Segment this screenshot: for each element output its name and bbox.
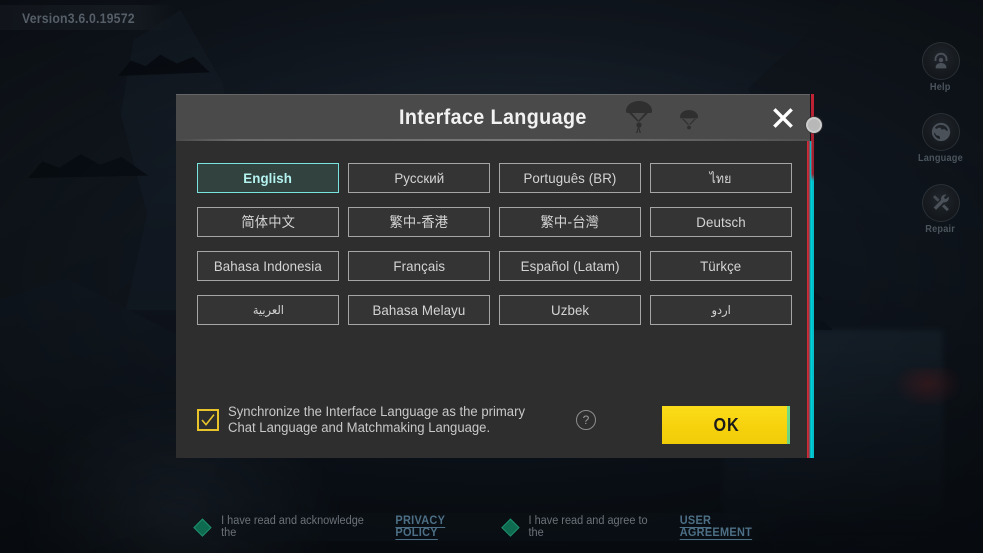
parachute-decoration-icon <box>608 99 728 139</box>
language-option-button[interactable]: اردو <box>650 295 792 325</box>
game-settings-screen: Version3.6.0.19572 Help Language Repair … <box>0 0 983 553</box>
dialog-footer: Synchronize the Interface Language as th… <box>197 404 790 444</box>
language-grid: English Русский Português (BR) ไทย 简体中文 繁中-香港… <box>197 163 792 325</box>
language-option-button[interactable]: 简体中文 <box>197 207 339 237</box>
language-option-button[interactable]: Bahasa Indonesia <box>197 251 339 281</box>
agreement-item: I have read and acknowledge the PRIVACY P… <box>193 515 490 539</box>
language-option-button[interactable]: Français <box>348 251 490 281</box>
version-badge: Version3.6.0.19572 <box>0 5 175 30</box>
agreement-checkbox-diamond[interactable] <box>193 517 212 537</box>
rail-label-language: Language <box>918 153 964 164</box>
language-option-label: Bahasa Melayu <box>372 302 466 318</box>
language-option-label: English <box>243 170 293 186</box>
agreement-text: I have read and agree to the <box>528 515 648 539</box>
language-option-button[interactable]: English <box>197 163 339 193</box>
language-option-button[interactable]: Español (Latam) <box>499 251 641 281</box>
dialog-body: English Русский Português (BR) ไทย 简体中文 繁中-香港… <box>176 141 812 458</box>
right-side-rail: Help Language Repair <box>916 42 965 235</box>
language-option-label: Türkçe <box>700 258 742 274</box>
agreement-link[interactable]: PRIVACY POLICY <box>395 515 487 539</box>
rail-item-language[interactable]: Language <box>916 113 965 164</box>
question-mark-glyph: ? <box>582 413 590 427</box>
language-option-button[interactable]: العربية <box>197 295 339 325</box>
headset-icon <box>921 42 960 80</box>
agreement-bar: I have read and acknowledge the PRIVACY P… <box>193 513 786 541</box>
rail-item-help[interactable]: Help <box>921 42 960 93</box>
language-option-button[interactable]: ไทย <box>650 163 792 193</box>
language-option-label: 简体中文 <box>241 215 295 231</box>
language-option-label: ไทย <box>710 171 732 187</box>
agreement-text: I have read and acknowledge the <box>220 515 364 539</box>
language-option-label: 繁中-台灣 <box>540 215 600 231</box>
language-option-button[interactable]: Русский <box>348 163 490 193</box>
dialog-header: Interface Language <box>176 94 810 141</box>
language-option-label: Uzbek <box>550 302 590 318</box>
rail-label-help: Help <box>930 82 951 93</box>
language-option-button[interactable]: Português (BR) <box>499 163 641 193</box>
question-mark-icon[interactable]: ? <box>576 410 596 430</box>
agreement-checkbox-diamond[interactable] <box>501 517 520 537</box>
background-red-tree <box>893 368 963 408</box>
dialog-title: Interface Language <box>399 106 587 129</box>
language-option-button[interactable]: Deutsch <box>650 207 792 237</box>
language-option-label: Deutsch <box>696 214 746 230</box>
rail-label-repair: Repair <box>925 224 956 235</box>
version-label: Version3.6.0.19572 <box>22 9 135 26</box>
language-option-label: العربية <box>252 303 284 317</box>
close-button[interactable] <box>766 101 800 135</box>
rail-item-repair[interactable]: Repair <box>921 184 960 235</box>
language-option-label: Español (Latam) <box>520 258 620 274</box>
globe-icon <box>921 113 960 151</box>
sync-language-checkbox[interactable] <box>197 409 219 431</box>
language-option-button[interactable]: 繁中-台灣 <box>499 207 641 237</box>
wrench-icon <box>921 184 960 222</box>
language-option-label: Português (BR) <box>523 170 617 186</box>
language-option-button[interactable]: Uzbek <box>499 295 641 325</box>
language-option-label: Bahasa Indonesia <box>213 258 323 274</box>
ok-button-label: OK <box>712 414 740 435</box>
language-option-button[interactable]: 繁中-香港 <box>348 207 490 237</box>
dialog-scrollbar-thumb[interactable] <box>806 117 822 133</box>
agreement-link[interactable]: USER AGREEMENT <box>680 515 784 539</box>
dialog-scrollbar-track[interactable] <box>811 94 814 458</box>
language-option-button[interactable]: Türkçe <box>650 251 792 281</box>
sync-language-label: Synchronize the Interface Language as th… <box>228 404 526 435</box>
language-option-label: اردو <box>711 303 731 317</box>
agreement-item: I have read and agree to the USER AGREEME… <box>501 515 786 539</box>
ok-button[interactable]: OK <box>662 406 790 444</box>
language-option-label: Français <box>393 258 445 274</box>
language-option-label: 繁中-香港 <box>389 215 449 231</box>
language-option-button[interactable]: Bahasa Melayu <box>348 295 490 325</box>
language-option-label: Русский <box>393 170 445 186</box>
interface-language-dialog: Interface Language English Русский Portugu… <box>176 94 812 458</box>
